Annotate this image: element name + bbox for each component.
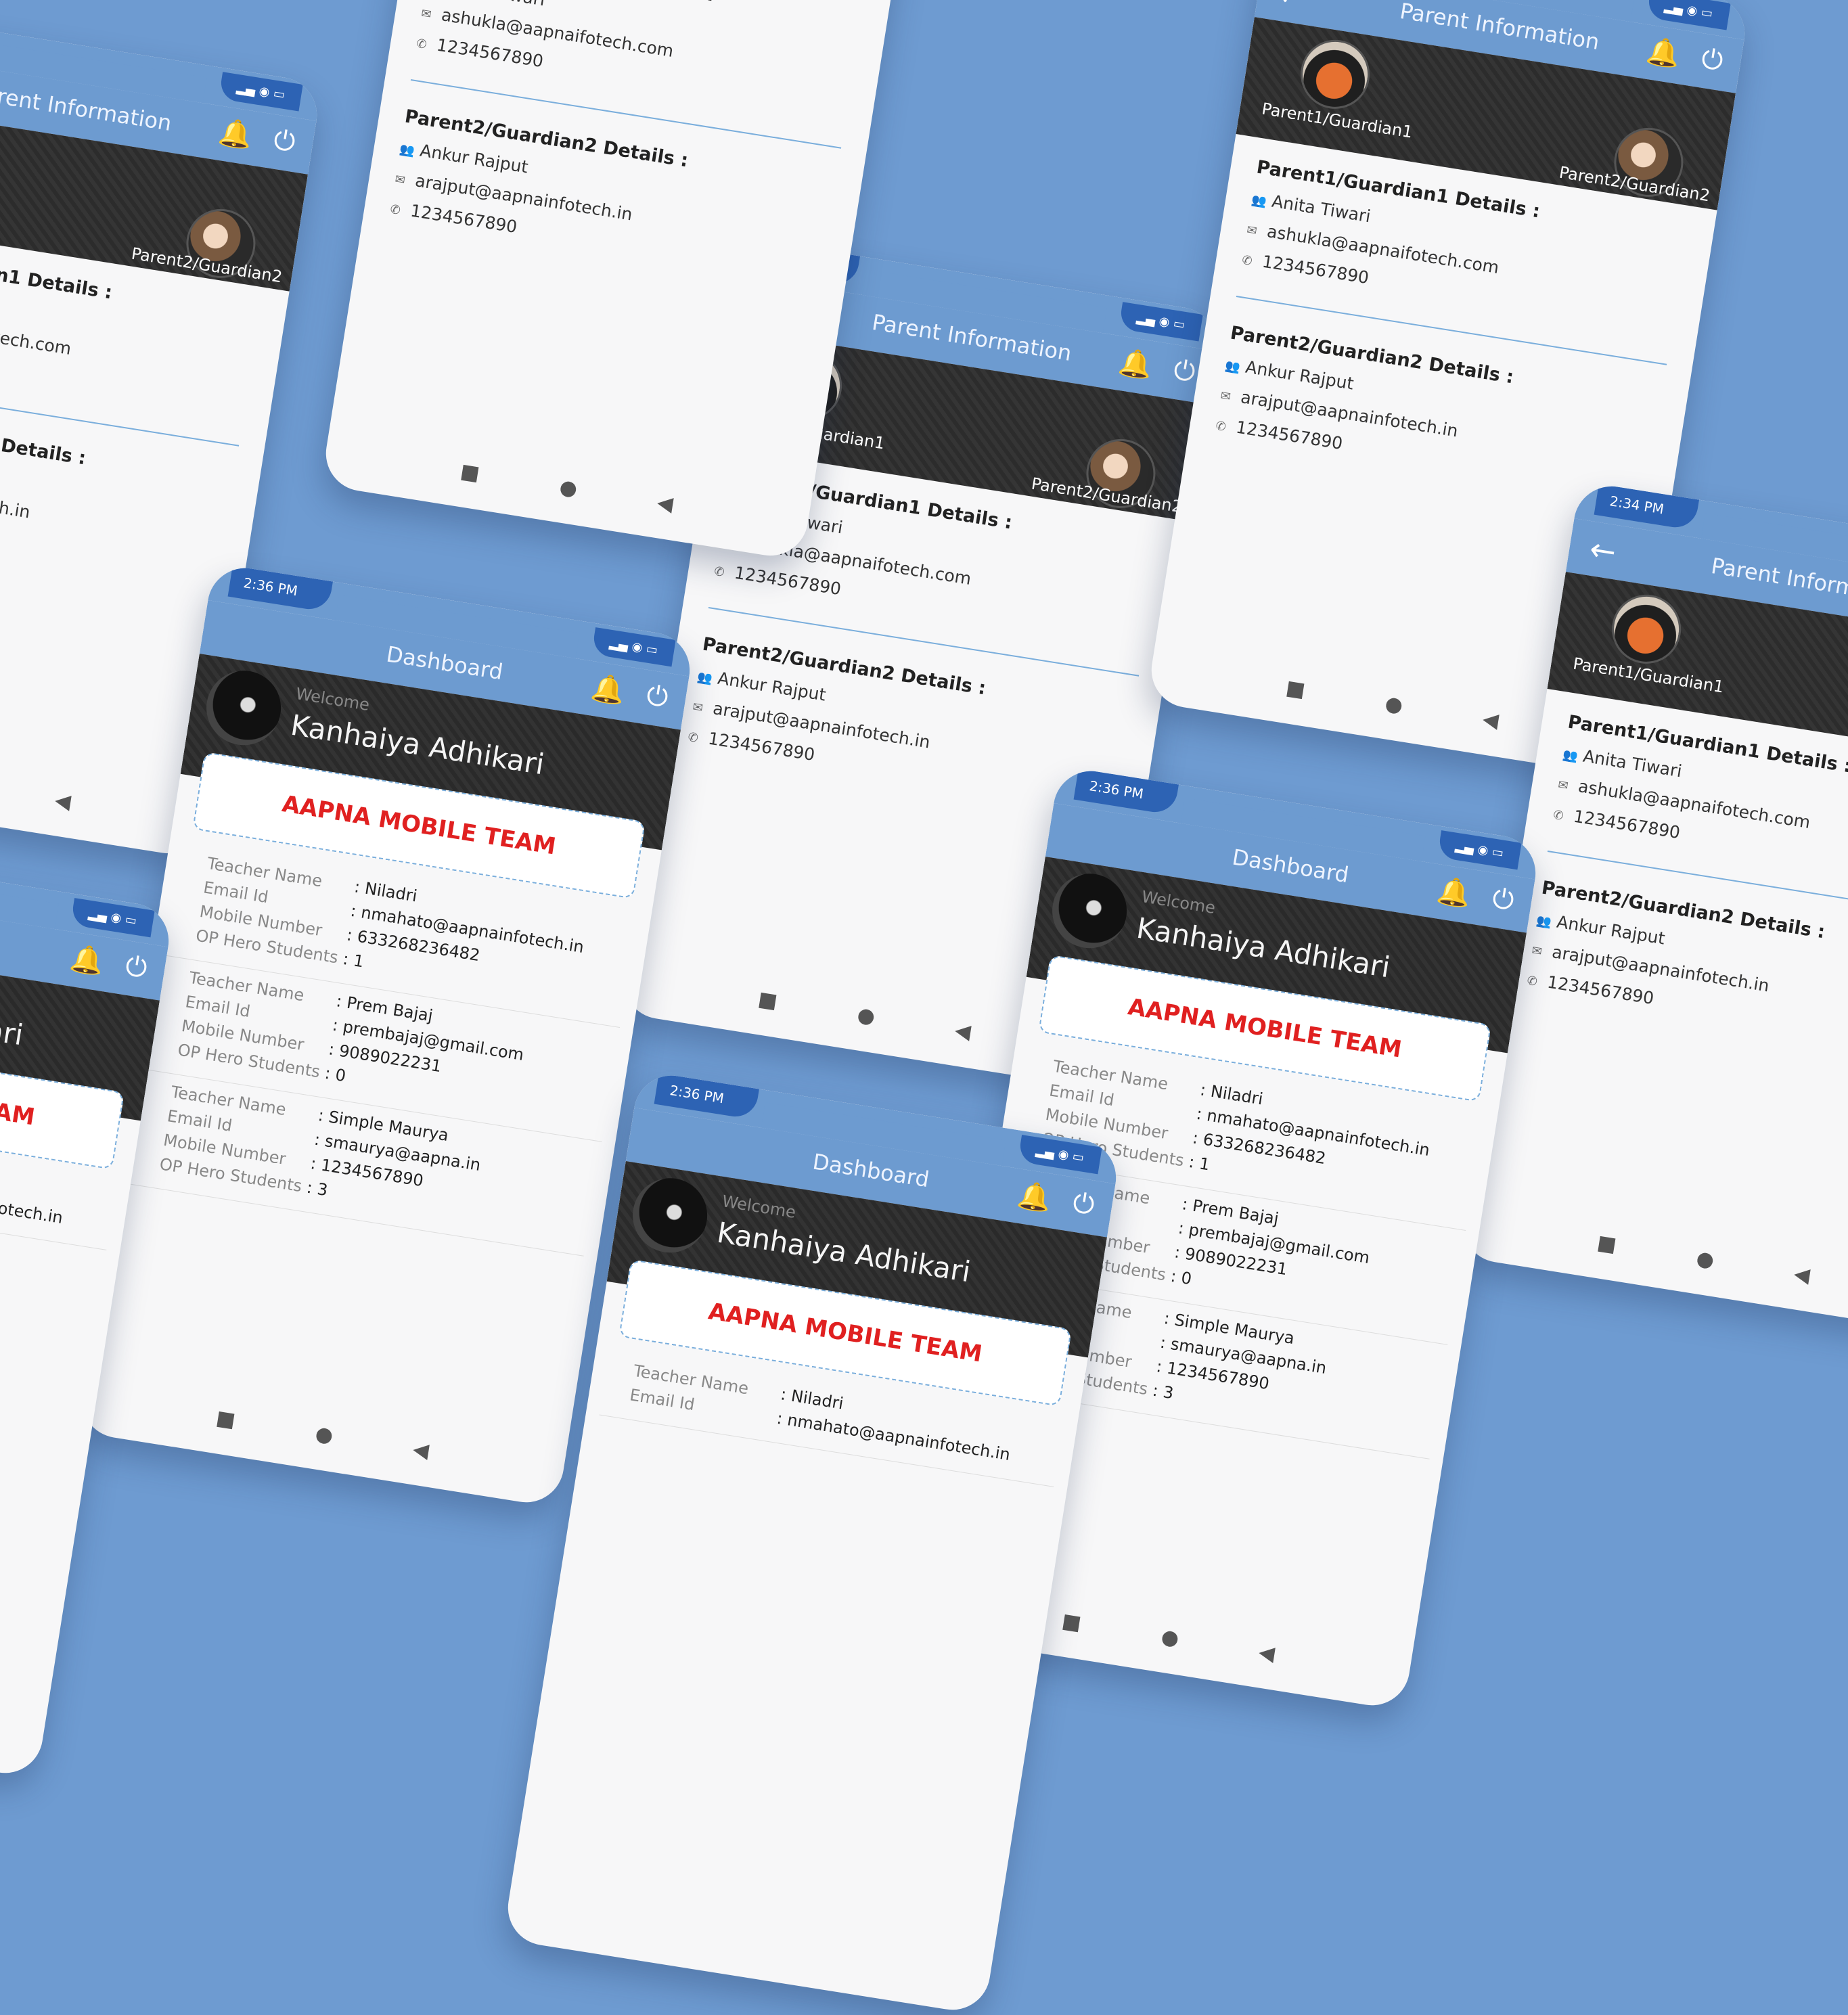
back-triangle-icon[interactable]: ◀ [656, 490, 675, 516]
avatar[interactable] [1047, 868, 1133, 954]
back-triangle-icon[interactable]: ◀ [1481, 706, 1500, 732]
parent1-name: Anita Tiwari [1581, 746, 1684, 782]
user-name: Kanhaiya Adhikari [288, 708, 547, 782]
phone-icon: ✆ [1552, 807, 1565, 823]
recent-apps-icon[interactable]: ■ [459, 459, 481, 485]
phone-icon: ✆ [415, 36, 428, 52]
system-status-icons: ▂▄ ◉ ▭ [1437, 830, 1522, 870]
parent2-name: Ankur Rajput [418, 140, 530, 177]
android-nav-bar: ■ ● ◀ [1460, 1204, 1848, 1314]
system-status-icons: ▂▄ ◉ ▭ [591, 627, 676, 667]
home-icon[interactable]: ● [855, 1003, 876, 1029]
parent1-phone[interactable]: 1234567890 [1261, 252, 1370, 288]
teacher-students: : 0 [1169, 1266, 1193, 1289]
teacher-students: : 3 [1151, 1380, 1175, 1403]
phone-icon: ✆ [713, 564, 726, 580]
phone-icon: ✆ [687, 729, 700, 746]
recent-apps-icon[interactable]: ■ [1284, 675, 1307, 702]
phone-icon: ✆ [1526, 973, 1539, 989]
recent-apps-icon[interactable]: ■ [215, 1406, 237, 1432]
system-status-icons: ▂▄ ◉ ▭ [1017, 1135, 1102, 1175]
system-status-icons: ▂▄ ◉ ▭ [70, 898, 155, 938]
person-icon: 👥 [1561, 747, 1579, 765]
mail-icon: ✉ [692, 700, 704, 716]
person-icon: 👥 [1535, 913, 1553, 930]
guardian1-avatar[interactable] [1295, 35, 1375, 114]
parent2-phone[interactable]: 1234567890 [409, 201, 519, 237]
person-icon: 👥 [1224, 358, 1242, 376]
mail-icon: ✉ [1531, 943, 1543, 959]
guardian1-avatar[interactable] [1606, 589, 1686, 669]
back-triangle-icon[interactable]: ◀ [1257, 1640, 1276, 1666]
mail-icon: ✉ [1219, 388, 1232, 405]
mail-icon: ✉ [1556, 777, 1570, 794]
parent1-phone[interactable]: 1234567890 [1572, 807, 1682, 843]
android-nav-bar: ■ ● ◀ [79, 1380, 566, 1489]
person-icon: 👥 [399, 141, 416, 159]
bell-icon[interactable]: 🔔 [1435, 874, 1474, 911]
team-title: AAPNA MOBILE TEAM [1126, 993, 1404, 1064]
back-triangle-icon[interactable]: ◀ [411, 1437, 430, 1463]
home-icon[interactable]: ● [314, 1422, 335, 1448]
phone-icon: ✆ [1240, 252, 1254, 269]
back-triangle-icon[interactable]: ◀ [1793, 1261, 1811, 1287]
bell-icon[interactable]: 🔔 [1117, 346, 1155, 382]
parent2-name: Ankur Rajput [1555, 911, 1667, 949]
user-name: Kanhaiya Adhikari [715, 1215, 973, 1289]
parent2-phone[interactable]: 1234567890 [1235, 417, 1345, 454]
teacher-name: : Niladri [1198, 1080, 1265, 1109]
avatar[interactable] [627, 1173, 713, 1259]
phone-icon: ✆ [389, 202, 402, 218]
back-triangle-icon[interactable]: ◀ [953, 1018, 972, 1043]
parent1-phone[interactable]: 1234567890 [435, 35, 545, 72]
team-title: AAPNA MOBILE TEAM [706, 1298, 985, 1368]
parent1-phone[interactable]: 1234567890 [733, 563, 842, 599]
user-name: Kanhaiya Adhikari [0, 979, 26, 1052]
person-icon: 👥 [696, 669, 714, 687]
mail-icon: ✉ [394, 172, 407, 188]
recent-apps-icon[interactable]: ■ [1596, 1230, 1618, 1256]
mail-icon: ✉ [420, 6, 433, 22]
bell-icon[interactable]: 🔔 [217, 116, 255, 152]
android-nav-bar: ■ ● ◀ [323, 433, 810, 543]
team-title: AAPNA MOBILE TEAM [280, 790, 558, 861]
system-status-icons: ▂▄ ◉ ▭ [1118, 302, 1203, 342]
recent-apps-icon[interactable]: ■ [1060, 1609, 1083, 1635]
system-status-icons: ▂▄ ◉ ▭ [218, 72, 303, 112]
mail-icon: ✉ [1245, 223, 1259, 239]
home-icon[interactable]: ● [1694, 1246, 1715, 1273]
teacher-students: : 0 [323, 1063, 347, 1086]
home-icon[interactable]: ● [1160, 1625, 1181, 1651]
teacher-name: : Niladri [353, 877, 419, 906]
home-icon[interactable]: ● [558, 475, 579, 501]
avatar[interactable] [201, 665, 287, 751]
parent1-name: Anita Tiwari [1270, 191, 1372, 227]
bell-icon[interactable]: 🔔 [68, 942, 107, 978]
parent2-name: Ankur Rajput [716, 668, 828, 705]
user-name: Kanhaiya Adhikari [1134, 911, 1393, 984]
parent2-phone[interactable]: 1234567890 [707, 729, 817, 765]
parent2-details: Parent2/Guardian2 Details : 👥Ankur Rajpu… [1497, 855, 1848, 1078]
teacher-students: : 1 [341, 949, 365, 972]
bell-icon[interactable]: 🔔 [1016, 1179, 1054, 1215]
bell-icon[interactable]: 🔔 [1644, 35, 1683, 71]
bell-icon[interactable]: 🔔 [589, 671, 628, 708]
phone-icon: ✆ [1215, 418, 1227, 434]
recent-apps-icon[interactable]: ■ [757, 987, 779, 1013]
home-icon[interactable]: ● [1383, 692, 1404, 718]
parent2-name: Ankur Rajput [1244, 357, 1355, 394]
teacher-students: : 3 [305, 1177, 330, 1200]
parent2-phone[interactable]: 1234567890 [1546, 972, 1656, 1009]
teacher-name: : Niladri [779, 1384, 845, 1413]
teacher-students: : 1 [1187, 1152, 1211, 1175]
person-icon: 👥 [1250, 192, 1268, 210]
back-triangle-icon[interactable]: ◀ [53, 788, 72, 813]
